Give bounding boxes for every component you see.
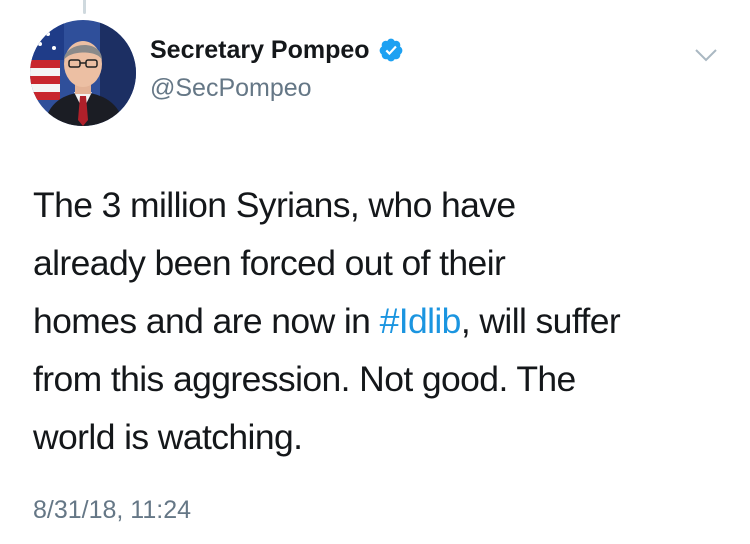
tweet-text-line: world is watching.	[33, 417, 303, 457]
tweet-text-line: from this aggression. Not good. The	[33, 359, 576, 399]
chevron-down-icon	[695, 49, 717, 62]
tweet-text-fragment: , will suffer	[460, 301, 621, 341]
verified-badge-icon	[379, 38, 402, 62]
avatar-image	[30, 20, 136, 126]
tweet-text: The 3 million Syrians, who have already b…	[33, 176, 733, 466]
thread-connector-line	[83, 0, 86, 14]
tweet-text-line: homes and are now in	[33, 301, 380, 341]
avatar[interactable]	[30, 20, 136, 126]
author-display-name[interactable]: Secretary Pompeo	[150, 34, 370, 66]
author-name-row[interactable]: Secretary Pompeo	[150, 34, 404, 66]
tweet-text-line: The 3 million Syrians, who have	[33, 185, 516, 225]
tweet-timestamp[interactable]: 8/31/18, 11:24	[33, 494, 191, 526]
hashtag-link[interactable]: #Idlib	[380, 301, 462, 341]
author-handle[interactable]: @SecPompeo	[150, 72, 312, 104]
tweet-text-line: already been forced out of their	[33, 243, 506, 283]
tweet-menu-button[interactable]	[693, 42, 719, 68]
